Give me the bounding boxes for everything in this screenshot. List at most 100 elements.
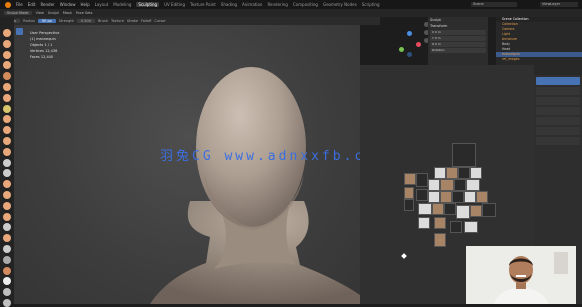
brush-icon[interactable] bbox=[3, 223, 11, 232]
properties-row[interactable] bbox=[536, 117, 580, 125]
tab-animation[interactable]: Animation bbox=[242, 2, 262, 7]
brush-icon[interactable] bbox=[3, 126, 11, 135]
brush-icon[interactable] bbox=[3, 180, 11, 189]
tab-layout[interactable]: Layout bbox=[95, 2, 109, 7]
reference-thumbnail[interactable] bbox=[466, 179, 480, 191]
properties-row[interactable] bbox=[536, 127, 580, 135]
menu-window[interactable]: Window bbox=[60, 2, 76, 7]
3d-viewport[interactable] bbox=[14, 25, 360, 304]
reference-thumbnail[interactable] bbox=[476, 191, 488, 203]
menu-sculpt[interactable]: Sculpt bbox=[48, 11, 59, 15]
move-tool-icon[interactable] bbox=[16, 38, 23, 45]
reference-thumbnail[interactable] bbox=[404, 199, 414, 211]
tab-modeling[interactable]: Modeling bbox=[113, 2, 131, 7]
brush-icon[interactable] bbox=[3, 277, 11, 286]
select-tool-icon[interactable] bbox=[16, 28, 23, 35]
reference-thumbnail[interactable] bbox=[444, 203, 456, 215]
brush-icon[interactable] bbox=[3, 83, 11, 91]
brush-icon[interactable] bbox=[3, 299, 11, 307]
reference-thumbnail[interactable] bbox=[464, 191, 476, 203]
brush-icon[interactable] bbox=[3, 61, 11, 70]
menu-render[interactable]: Render bbox=[40, 2, 54, 7]
properties-row[interactable] bbox=[536, 87, 580, 95]
scene-selector[interactable]: Scene bbox=[471, 2, 517, 7]
reference-thumbnail[interactable] bbox=[418, 217, 430, 229]
reference-thumbnail[interactable] bbox=[418, 203, 432, 215]
reference-thumbnail[interactable] bbox=[458, 167, 470, 179]
reference-thumbnail[interactable] bbox=[434, 233, 446, 247]
menu-brush[interactable]: Brush bbox=[98, 19, 108, 23]
reference-thumbnail[interactable] bbox=[470, 205, 482, 217]
brush-icon[interactable] bbox=[3, 191, 11, 199]
brush-icon[interactable] bbox=[3, 147, 11, 156]
view-layer-selector[interactable]: ViewLayer bbox=[540, 2, 578, 7]
reference-thumbnail[interactable] bbox=[446, 167, 458, 179]
reference-thumbnail[interactable] bbox=[470, 167, 482, 179]
reference-thumbnail[interactable] bbox=[404, 187, 414, 199]
npanel-section-title[interactable]: Transform bbox=[430, 24, 486, 29]
tab-sculpting[interactable]: Sculpting bbox=[136, 2, 160, 7]
location-y-field[interactable]: Y 0 m bbox=[430, 36, 486, 41]
blender-logo-icon[interactable] bbox=[5, 1, 11, 8]
properties-row[interactable] bbox=[536, 137, 580, 145]
tab-scripting[interactable]: Scripting bbox=[362, 2, 380, 7]
brush-icon[interactable] bbox=[3, 104, 11, 113]
reference-thumbnail[interactable] bbox=[434, 167, 446, 179]
brush-icon[interactable] bbox=[3, 201, 11, 210]
brush-icon[interactable] bbox=[3, 288, 11, 297]
properties-row[interactable] bbox=[536, 107, 580, 115]
reference-thumbnail[interactable] bbox=[456, 205, 470, 219]
x-axis-icon[interactable] bbox=[416, 42, 421, 47]
properties-row[interactable] bbox=[536, 97, 580, 105]
location-z-field[interactable]: Z 0 m bbox=[430, 42, 486, 47]
menu-edit[interactable]: Edit bbox=[28, 2, 36, 7]
neg-z-axis-icon[interactable] bbox=[407, 52, 412, 57]
rotation-field[interactable]: Rotation bbox=[430, 48, 486, 53]
location-x-field[interactable]: X 0 m bbox=[430, 30, 486, 35]
brush-icon[interactable] bbox=[3, 212, 11, 221]
reference-thumbnail[interactable] bbox=[464, 221, 478, 233]
tab-rendering[interactable]: Rendering bbox=[267, 2, 287, 7]
menu-help[interactable]: Help bbox=[80, 2, 89, 7]
menu-view[interactable]: View bbox=[36, 11, 44, 15]
brush-icon[interactable] bbox=[3, 115, 11, 124]
brush-icon[interactable] bbox=[3, 39, 11, 48]
reference-thumbnail[interactable] bbox=[452, 143, 476, 167]
brush-icon[interactable] bbox=[3, 29, 11, 37]
menu-mask[interactable]: Mask bbox=[63, 11, 72, 15]
brush-icon[interactable] bbox=[3, 234, 11, 243]
reference-thumbnail[interactable] bbox=[450, 221, 462, 233]
tab-texture-paint[interactable]: Texture Paint bbox=[190, 2, 216, 7]
navigation-gizmo[interactable] bbox=[395, 30, 423, 58]
brush-icon[interactable] bbox=[3, 169, 11, 178]
mode-dropdown[interactable]: Sculpt Mode bbox=[4, 11, 32, 15]
brush-icon[interactable] bbox=[3, 255, 11, 264]
npanel-tab[interactable]: Sculpt bbox=[430, 18, 486, 23]
outliner-item[interactable]: ref_images bbox=[496, 57, 582, 62]
properties-row[interactable] bbox=[536, 77, 580, 85]
brush-icon[interactable] bbox=[3, 158, 11, 167]
strength-field[interactable]: 0.500 bbox=[76, 19, 95, 23]
reference-thumbnail[interactable] bbox=[416, 173, 428, 187]
reference-thumbnail[interactable] bbox=[452, 191, 464, 203]
rotate-tool-icon[interactable] bbox=[16, 48, 23, 55]
brush-icon[interactable] bbox=[3, 50, 11, 59]
tab-geometry-nodes[interactable]: Geometry Nodes bbox=[323, 2, 357, 7]
reference-thumbnail[interactable] bbox=[440, 179, 454, 191]
reference-thumbnail[interactable] bbox=[404, 173, 416, 185]
brush-icon[interactable] bbox=[3, 93, 11, 102]
brush-icon[interactable] bbox=[3, 72, 11, 81]
reference-thumbnail[interactable] bbox=[432, 203, 444, 215]
menu-falloff[interactable]: Falloff bbox=[141, 19, 151, 23]
radius-field[interactable]: 50 px bbox=[37, 19, 56, 23]
tab-compositing[interactable]: Compositing bbox=[293, 2, 318, 7]
tab-shading[interactable]: Shading bbox=[221, 2, 237, 7]
tab-uv-editing[interactable]: UV Editing bbox=[164, 2, 185, 7]
reference-thumbnail[interactable] bbox=[428, 191, 440, 203]
brush-icon[interactable] bbox=[3, 266, 11, 275]
menu-stroke[interactable]: Stroke bbox=[127, 19, 138, 23]
menu-texture[interactable]: Texture bbox=[111, 19, 124, 23]
brush-icon[interactable] bbox=[3, 137, 11, 145]
menu-cursor[interactable]: Cursor bbox=[154, 19, 166, 23]
mannequin-mesh[interactable] bbox=[14, 25, 360, 304]
